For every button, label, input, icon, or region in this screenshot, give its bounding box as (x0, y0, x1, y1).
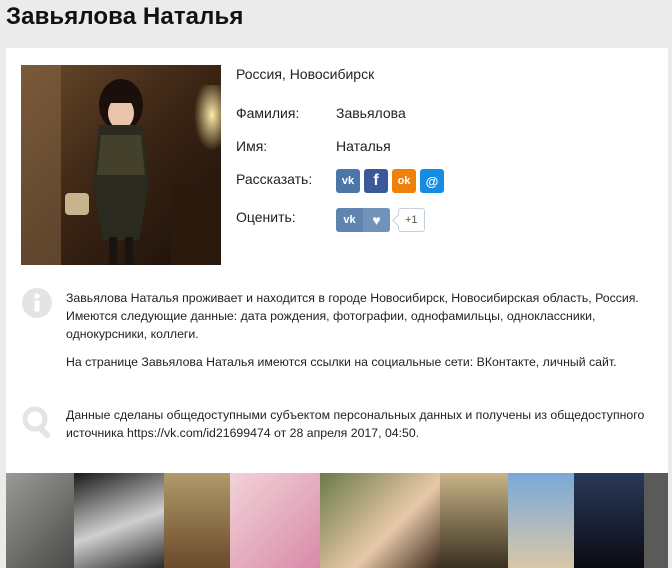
location: Россия, Новосибирск (236, 66, 375, 82)
moimir-icon: @ (425, 173, 439, 189)
rate-widget: vk ♥ +1 (336, 208, 425, 232)
share-label: Рассказать: (236, 171, 313, 187)
profile-photo[interactable] (21, 65, 221, 265)
vk-logo-icon: vk (343, 214, 356, 226)
social-links-paragraph: На странице Завьялова Наталья имеются сс… (66, 355, 617, 369)
photo-strip (6, 473, 668, 568)
name-label: Имя: (236, 138, 268, 154)
profile-photo-image (21, 65, 221, 265)
photo-thumbnail[interactable] (440, 473, 508, 568)
search-icon (22, 406, 54, 439)
share-buttons: vk f ok @ (336, 169, 444, 193)
heart-icon: ♥ (363, 208, 390, 232)
photo-thumbnail[interactable] (574, 473, 644, 568)
name-value: Наталья (336, 138, 391, 154)
like-counter: +1 (398, 208, 425, 232)
photo-thumbnail[interactable] (164, 473, 230, 568)
moimir-share-button[interactable]: @ (420, 169, 444, 193)
photo-thumbnail[interactable] (508, 473, 574, 568)
facebook-share-button[interactable]: f (364, 169, 388, 193)
vk-share-button[interactable]: vk (336, 169, 360, 193)
vk-like-button[interactable]: vk ♥ (336, 208, 390, 232)
photo-thumbnail[interactable] (644, 473, 668, 568)
facebook-icon: f (373, 172, 379, 189)
rate-label: Оценить: (236, 209, 296, 225)
odnoklassniki-share-button[interactable]: ok (392, 169, 416, 193)
vk-icon: vk (341, 175, 355, 187)
photo-thumbnail[interactable] (320, 473, 440, 568)
photo-thumbnail[interactable] (6, 473, 74, 568)
profile-card: Россия, Новосибирск Фамилия: Завьялова И… (6, 48, 668, 568)
about-paragraph: Завьялова Наталья проживает и находится … (66, 291, 639, 341)
page-title: Завьялова Наталья (6, 3, 244, 30)
photo-thumbnail[interactable] (74, 473, 164, 568)
source-paragraph: Данные сделаны общедоступными субъектом … (66, 408, 645, 440)
info-icon (22, 288, 52, 318)
photo-thumbnail[interactable] (230, 473, 320, 568)
surname-value: Завьялова (336, 105, 406, 121)
surname-label: Фамилия: (236, 105, 300, 121)
odnoklassniki-icon: ok (397, 175, 411, 187)
